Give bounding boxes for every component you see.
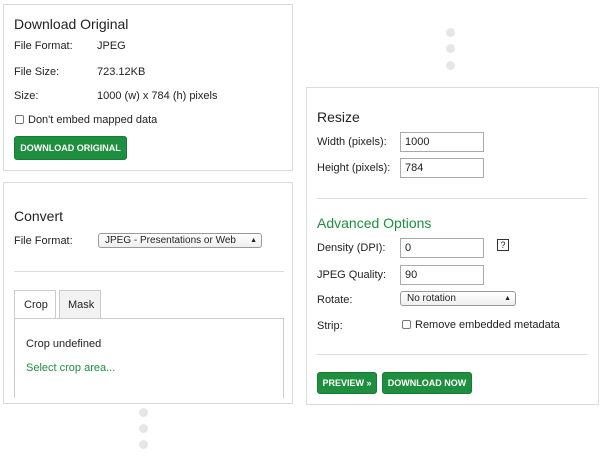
crop-status: Crop undefined: [26, 338, 102, 350]
preview-button[interactable]: PREVIEW »: [317, 372, 377, 394]
resize-divider: [317, 198, 587, 199]
resize-panel: Resize Width (pixels): 1000 Height (pixe…: [306, 87, 599, 405]
height-input[interactable]: 784: [400, 158, 484, 178]
height-label: Height (pixels):: [317, 162, 391, 174]
remove-metadata-label: Remove embedded metadata: [415, 319, 560, 331]
file-format-label: File Format:: [14, 40, 73, 52]
convert-title: Convert: [14, 208, 64, 224]
embed-mapped-data-checkbox[interactable]: [15, 115, 24, 124]
tab-content: Crop undefined Select crop area...: [14, 318, 284, 398]
convert-panel: Convert File Format: JPEG - Presentation…: [3, 182, 293, 404]
strip-label: Strip:: [317, 320, 343, 332]
file-size-value: 723.12KB: [97, 66, 146, 78]
tab-crop-label: Crop: [24, 299, 48, 311]
select-crop-link[interactable]: Select crop area...: [26, 362, 115, 374]
file-format-select[interactable]: JPEG - Presentations or Web ▲: [98, 233, 262, 248]
file-size-label: File Size:: [14, 66, 60, 78]
file-format-value: JPEG: [97, 40, 126, 52]
jpeg-quality-label: JPEG Quality:: [317, 269, 387, 281]
download-now-button[interactable]: DOWNLOAD NOW: [382, 372, 472, 394]
download-original-title: Download Original: [14, 16, 129, 32]
rotate-selected: No rotation: [407, 293, 456, 304]
chevron-updown-icon: ▲: [250, 237, 257, 244]
jpeg-quality-input[interactable]: 90: [400, 265, 484, 285]
width-input[interactable]: 1000: [400, 132, 484, 152]
remove-metadata-checkbox[interactable]: [402, 320, 411, 329]
advanced-options-title: Advanced Options: [317, 215, 432, 231]
download-original-button[interactable]: DOWNLOAD ORIGINAL: [14, 136, 127, 160]
density-label: Density (DPI):: [317, 242, 386, 254]
download-original-panel: Download Original File Format: JPEG File…: [3, 4, 293, 171]
width-label: Width (pixels):: [317, 136, 387, 148]
tab-crop[interactable]: Crop: [14, 290, 56, 319]
decor-dot: [139, 408, 148, 417]
density-input[interactable]: 0: [400, 238, 484, 258]
size-value: 1000 (w) x 784 (h) pixels: [97, 90, 218, 102]
rotate-label: Rotate:: [317, 294, 353, 306]
advanced-divider: [317, 354, 587, 355]
convert-file-format-label: File Format:: [14, 235, 73, 247]
help-icon[interactable]: ?: [497, 239, 509, 251]
chevron-updown-icon: ▲: [504, 295, 511, 302]
decor-dot: [446, 44, 455, 53]
decor-dot: [446, 28, 455, 37]
decor-dot: [139, 440, 148, 449]
rotate-select[interactable]: No rotation ▲: [400, 291, 516, 306]
embed-mapped-data-label: Don't embed mapped data: [28, 114, 158, 126]
decor-dot: [446, 61, 455, 70]
tab-mask[interactable]: Mask: [59, 290, 101, 318]
convert-divider: [14, 271, 284, 272]
size-label: Size:: [14, 90, 39, 102]
resize-title: Resize: [317, 109, 360, 125]
tab-mask-label: Mask: [68, 299, 95, 311]
decor-dot: [139, 424, 148, 433]
file-format-selected: JPEG - Presentations or Web: [105, 235, 236, 246]
